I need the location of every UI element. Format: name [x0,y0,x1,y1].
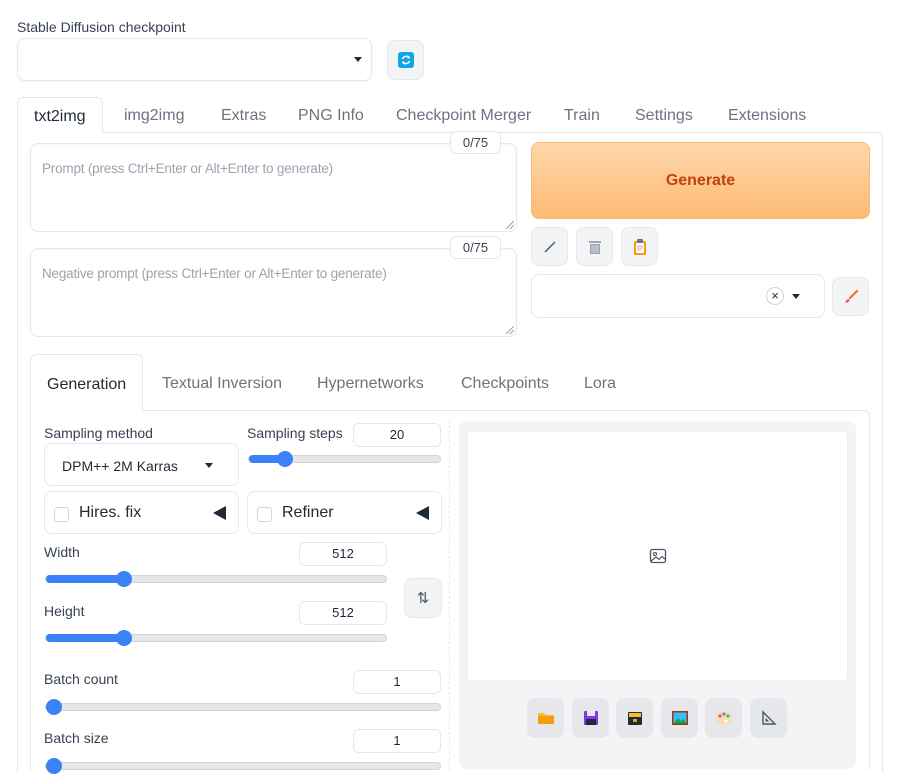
picture-icon [671,711,688,725]
zip-icon [627,712,642,725]
refiner-checkbox[interactable] [257,507,272,522]
collapse-arrow-icon[interactable] [416,506,429,520]
batch-size-slider[interactable] [45,758,441,774]
hires-fix-accordion[interactable]: Hires. fix [44,491,239,534]
zip-button[interactable] [616,698,653,738]
prompt-input[interactable]: Prompt (press Ctrl+Enter or Alt+Enter to… [30,143,517,232]
chevron-down-icon [354,57,362,62]
checkpoint-dropdown[interactable] [17,38,372,81]
slider-thumb[interactable] [277,451,293,467]
palette-icon [715,711,732,725]
sampling-method-label: Sampling method [44,425,153,441]
paint-brush-icon [845,289,858,303]
clipboard-icon [633,238,646,255]
height-slider[interactable] [45,630,387,646]
clear-prompt-button[interactable] [576,227,613,266]
resize-handle-icon[interactable] [506,326,514,334]
prompt-token-counter: 0/75 [450,131,501,154]
send-to-extras-button[interactable] [750,698,787,738]
tab-extensions[interactable]: Extensions [728,97,806,133]
prompt-placeholder: Prompt (press Ctrl+Enter or Alt+Enter to… [42,161,333,176]
collapse-arrow-icon[interactable] [213,506,226,520]
slider-thumb[interactable] [46,758,62,774]
resize-handle-icon[interactable] [506,221,514,229]
refiner-accordion[interactable]: Refiner [247,491,442,534]
batch-count-label: Batch count [44,671,118,687]
folder-icon [537,713,554,724]
generate-button[interactable]: Generate [531,142,870,219]
tab-txt2img[interactable]: txt2img [17,97,103,134]
slider-thumb[interactable] [116,571,132,587]
swap-dimensions-button[interactable]: ⇅ [404,578,442,618]
negative-prompt-placeholder: Negative prompt (press Ctrl+Enter or Alt… [42,266,387,281]
sampling-steps-label: Sampling steps [247,425,343,441]
hires-fix-label: Hires. fix [79,504,142,521]
clear-icon[interactable]: × [766,287,784,305]
slider-thumb[interactable] [116,630,132,646]
styles-dropdown[interactable]: × [531,274,825,318]
batch-size-input[interactable]: 1 [353,729,441,753]
swap-icon: ⇅ [416,590,430,607]
image-icon [649,548,667,564]
tab-checkpoint-merger[interactable]: Checkpoint Merger [396,97,531,133]
batch-count-slider[interactable] [45,699,441,715]
negative-prompt-token-counter: 0/75 [450,236,501,259]
output-gallery[interactable] [467,431,848,681]
refresh-checkpoint-button[interactable] [387,40,424,80]
batch-size-label: Batch size [44,730,109,746]
sampling-steps-slider[interactable] [248,451,441,467]
hires-fix-checkbox[interactable] [54,507,69,522]
read-params-button[interactable] [531,227,568,266]
tab-settings[interactable]: Settings [635,97,693,133]
width-label: Width [44,544,80,560]
save-icon [583,711,598,725]
slider-thumb[interactable] [46,699,62,715]
height-label: Height [44,603,85,619]
refiner-label: Refiner [282,504,334,521]
send-to-inpaint-button[interactable] [705,698,742,738]
tab-extras[interactable]: Extras [221,97,266,133]
refresh-icon [397,52,414,68]
batch-count-input[interactable]: 1 [353,670,441,694]
paste-prompt-button[interactable] [621,227,658,266]
send-to-img2img-button[interactable] [661,698,698,738]
chevron-down-icon [205,463,213,468]
open-folder-button[interactable] [527,698,564,738]
column-divider [449,420,450,770]
trash-icon [588,240,601,254]
checkpoint-label: Stable Diffusion checkpoint [17,19,186,35]
width-slider[interactable] [45,571,387,587]
sampling-method-dropdown[interactable]: DPM++ 2M Karras [44,443,239,486]
sampling-steps-input[interactable]: 20 [353,423,441,447]
tab-img2img[interactable]: img2img [124,97,184,133]
tab-textual-inversion[interactable]: Textual Inversion [162,354,282,411]
top-tab-bar: txt2img img2img Extras PNG Info Checkpoi… [17,97,883,134]
tab-lora[interactable]: Lora [584,354,616,411]
ruler-icon [761,710,777,725]
height-input[interactable]: 512 [299,601,387,625]
save-button[interactable] [572,698,609,738]
tab-checkpoints[interactable]: Checkpoints [461,354,549,411]
width-input[interactable]: 512 [299,542,387,566]
chevron-down-icon [792,294,800,299]
edit-styles-button[interactable] [832,277,869,316]
negative-prompt-input[interactable]: Negative prompt (press Ctrl+Enter or Alt… [30,248,517,337]
tab-train[interactable]: Train [564,97,600,133]
sampling-method-value: DPM++ 2M Karras [62,458,178,474]
tab-hypernetworks[interactable]: Hypernetworks [317,354,424,411]
tab-generation[interactable]: Generation [30,354,144,411]
tab-png-info[interactable]: PNG Info [298,97,364,133]
pencil-icon [544,241,555,252]
